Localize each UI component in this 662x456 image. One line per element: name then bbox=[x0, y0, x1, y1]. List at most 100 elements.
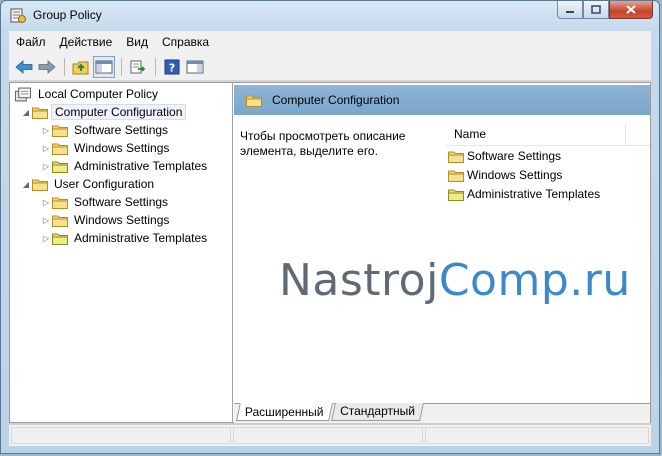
tab-extended[interactable]: Расширенный bbox=[236, 403, 333, 421]
list-item-software-settings[interactable]: Software Settings bbox=[448, 147, 561, 165]
tree-label: Windows Settings bbox=[74, 213, 170, 227]
collapsed-triangle-icon[interactable]: ▷ bbox=[40, 144, 52, 153]
expanded-triangle-icon[interactable]: ◢ bbox=[20, 180, 32, 189]
folder-icon bbox=[52, 197, 68, 209]
list-item-label: Administrative Templates bbox=[467, 187, 601, 201]
column-header-name[interactable]: Name bbox=[446, 123, 626, 145]
list-item-windows-settings[interactable]: Windows Settings bbox=[448, 166, 562, 184]
show-hide-action-pane-button[interactable] bbox=[184, 56, 206, 78]
toolbar: ? bbox=[9, 53, 651, 81]
tree-item-user-software-settings[interactable]: ▷ Software Settings bbox=[40, 193, 171, 211]
list-column-header: Name bbox=[446, 123, 650, 146]
collapsed-triangle-icon[interactable]: ▷ bbox=[40, 126, 52, 135]
folder-icon bbox=[32, 107, 48, 119]
details-pane: Computer Configuration Чтобы просмотреть… bbox=[234, 83, 650, 423]
tree-item-computer-software-settings[interactable]: ▷ Software Settings bbox=[40, 121, 171, 139]
title-bar[interactable]: Group Policy bbox=[1, 1, 659, 29]
tree-label: Administrative Templates bbox=[74, 159, 208, 173]
tree-item-user-windows-settings[interactable]: ▷ Windows Settings bbox=[40, 211, 172, 229]
list-item-label: Windows Settings bbox=[467, 168, 563, 182]
tree-item-local-computer-policy[interactable]: Local Computer Policy bbox=[14, 85, 161, 103]
tree-item-computer-administrative-templates[interactable]: ▷ Administrative Templates bbox=[40, 157, 210, 175]
details-description: Чтобы просмотреть описание элемента, выд… bbox=[240, 129, 406, 158]
watermark-part-2: Comp.ru bbox=[438, 255, 631, 306]
close-button[interactable] bbox=[609, 1, 653, 19]
help-button[interactable]: ? bbox=[161, 56, 183, 78]
list-item-label: Software Settings bbox=[467, 149, 562, 163]
list-item-administrative-templates[interactable]: Administrative Templates bbox=[448, 185, 600, 203]
menu-help[interactable]: Справка bbox=[155, 35, 216, 49]
folder-icon bbox=[32, 179, 48, 191]
show-hide-tree-button[interactable] bbox=[93, 55, 115, 78]
forward-button[interactable] bbox=[36, 56, 58, 78]
folder-icon bbox=[52, 125, 68, 137]
help-icon: ? bbox=[164, 59, 180, 74]
tree-label: Administrative Templates bbox=[74, 231, 208, 245]
tree-item-computer-configuration[interactable]: ◢ Computer Configuration bbox=[20, 103, 187, 121]
menu-file[interactable]: Файл bbox=[9, 35, 53, 49]
view-tabs: Расширенный Стандартный bbox=[234, 403, 650, 423]
collapsed-triangle-icon[interactable]: ▷ bbox=[40, 234, 52, 243]
toolbar-separator bbox=[121, 57, 122, 76]
window-title: Group Policy bbox=[33, 8, 102, 22]
action-pane-icon bbox=[186, 60, 204, 73]
console-tree[interactable]: Local Computer Policy ◢ Computer Configu… bbox=[10, 83, 233, 422]
status-bar bbox=[9, 424, 651, 446]
admin-templates-folder-icon bbox=[448, 189, 464, 201]
status-cell bbox=[11, 427, 231, 444]
tab-extended-label: Расширенный bbox=[244, 405, 324, 419]
tree-item-computer-windows-settings[interactable]: ▷ Windows Settings bbox=[40, 139, 172, 157]
folder-icon bbox=[448, 151, 464, 163]
admin-templates-folder-icon bbox=[52, 233, 68, 245]
console-tree-icon bbox=[95, 60, 113, 73]
group-policy-app-icon bbox=[10, 8, 26, 23]
up-one-level-button[interactable] bbox=[70, 56, 92, 78]
tree-label: Windows Settings bbox=[74, 141, 170, 155]
folder-icon bbox=[52, 215, 68, 227]
back-button[interactable] bbox=[13, 56, 35, 78]
admin-templates-folder-icon bbox=[52, 161, 68, 173]
tab-standard[interactable]: Стандартный bbox=[331, 403, 424, 421]
watermark: NastrojComp.ru bbox=[279, 255, 631, 306]
tree-item-user-configuration[interactable]: ◢ User Configuration bbox=[20, 175, 157, 193]
minimize-icon bbox=[566, 10, 574, 13]
back-arrow-icon bbox=[15, 59, 33, 74]
folder-icon bbox=[448, 170, 464, 182]
tree-label: Computer Configuration bbox=[51, 104, 187, 120]
tree-label: User Configuration bbox=[54, 177, 155, 191]
export-list-icon bbox=[130, 60, 146, 73]
policy-document-icon bbox=[14, 87, 32, 101]
folder-icon bbox=[52, 143, 68, 155]
close-icon bbox=[626, 5, 636, 14]
forward-arrow-icon bbox=[38, 59, 56, 74]
toolbar-separator bbox=[155, 57, 156, 76]
tree-label: Local Computer Policy bbox=[38, 87, 159, 101]
tab-standard-label: Стандартный bbox=[340, 404, 415, 418]
svg-text:?: ? bbox=[169, 61, 175, 74]
console-content: Local Computer Policy ◢ Computer Configu… bbox=[9, 82, 651, 423]
collapsed-triangle-icon[interactable]: ▷ bbox=[40, 216, 52, 225]
menu-view[interactable]: Вид bbox=[119, 35, 155, 49]
watermark-part-1: Nastroj bbox=[279, 255, 439, 306]
minimize-button[interactable] bbox=[557, 1, 583, 19]
caption-buttons bbox=[557, 1, 653, 21]
details-header: Computer Configuration bbox=[234, 85, 650, 115]
tree-label: Software Settings bbox=[74, 195, 169, 209]
menu-bar: Файл Действие Вид Справка bbox=[9, 31, 651, 54]
tree-item-user-administrative-templates[interactable]: ▷ Administrative Templates bbox=[40, 229, 210, 247]
collapsed-triangle-icon[interactable]: ▷ bbox=[40, 162, 52, 171]
group-policy-window: Group Policy Файл Действие Вид Справка ?… bbox=[0, 0, 660, 454]
collapsed-triangle-icon[interactable]: ▷ bbox=[40, 198, 52, 207]
export-list-button[interactable] bbox=[127, 56, 149, 78]
status-cell bbox=[425, 427, 649, 444]
status-cell bbox=[233, 427, 423, 444]
folder-icon bbox=[246, 95, 262, 107]
menu-action[interactable]: Действие bbox=[53, 35, 120, 49]
details-header-title: Computer Configuration bbox=[272, 93, 400, 107]
folder-up-icon bbox=[72, 61, 89, 74]
maximize-icon bbox=[591, 5, 601, 14]
tree-label: Software Settings bbox=[74, 123, 169, 137]
toolbar-separator bbox=[64, 57, 65, 76]
expanded-triangle-icon[interactable]: ◢ bbox=[20, 108, 32, 117]
maximize-button[interactable] bbox=[583, 1, 609, 19]
